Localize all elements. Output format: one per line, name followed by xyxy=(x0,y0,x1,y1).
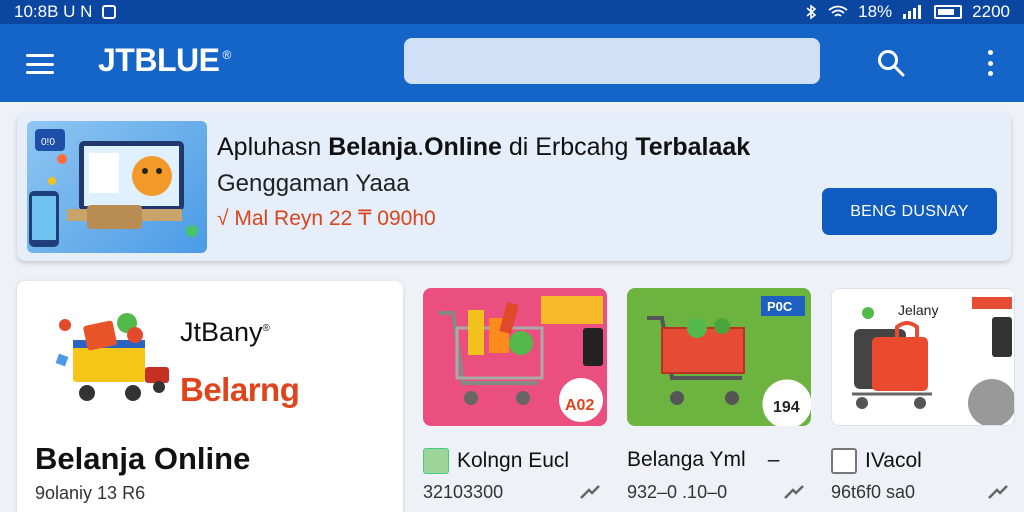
banner-title-bold: Terbalaak xyxy=(635,133,751,161)
featured-title: Belanja Online xyxy=(35,441,251,476)
product-badge-bottom: A02 xyxy=(565,397,594,414)
product-badge-top: P0C xyxy=(767,299,793,314)
product-card[interactable]: A02 Kolngn Eucl 32103300 xyxy=(423,288,607,512)
bluetooth-icon xyxy=(806,4,817,20)
product-label-text: Kolngn Eucl xyxy=(457,449,570,472)
product-badge-bottom: 194 xyxy=(773,399,800,416)
featured-card[interactable]: JtBany® Belarng Belanja Online 9olaniy 1… xyxy=(17,281,403,512)
status-clock: 2200 xyxy=(972,2,1010,21)
product-label-text: IVacol xyxy=(865,449,922,472)
search-icon[interactable] xyxy=(876,48,906,78)
banner-image: 0!0 xyxy=(27,121,207,253)
featured-brand-name: JtBany xyxy=(180,317,263,347)
shopping-cart-illustration xyxy=(55,313,169,401)
product-card-text: Jelany xyxy=(898,302,938,318)
product-price: 96t6f0 sa0 xyxy=(831,482,916,502)
featured-tagline: Belarng xyxy=(180,371,300,408)
status-time: 10:8B U N xyxy=(14,2,93,21)
product-card[interactable]: P0C 194 Belanga Yml – 932–0 .10–0 xyxy=(627,288,811,512)
product-label: Belanga Yml – xyxy=(627,448,779,472)
wifi-icon xyxy=(828,5,848,17)
hamburger-icon[interactable] xyxy=(26,54,54,74)
shopping-cart-icon: A02 xyxy=(438,296,603,422)
product-thumb-icon xyxy=(831,448,857,474)
product-label: IVacol xyxy=(831,448,922,474)
search-input[interactable] xyxy=(404,38,820,84)
banner-title-bold: Online xyxy=(424,133,502,161)
luggage-icon: Jelany xyxy=(852,297,1014,425)
product-label: Kolngn Eucl xyxy=(423,448,569,474)
more-vertical-icon[interactable] xyxy=(984,50,996,76)
product-price: 932–0 .10–0 xyxy=(627,482,728,502)
featured-brand-mark: ® xyxy=(262,323,270,334)
trend-up-icon xyxy=(988,485,1008,499)
product-price: 32103300 xyxy=(423,482,504,502)
banner-subtitle: Genggaman Yaaa xyxy=(217,170,410,197)
battery-icon xyxy=(934,5,963,19)
banner-title-bold: Belanja xyxy=(328,133,418,161)
brand-logo[interactable]: JTBLUE ® xyxy=(98,42,231,79)
battery-percent: 18% xyxy=(858,2,893,21)
product-thumb-icon xyxy=(423,448,449,474)
banner-promo-text: √ Mal Reyn 22 ₸ 090h0 xyxy=(217,207,436,230)
product-label-suffix: – xyxy=(767,448,780,471)
banner-title-part: di Erbcahg xyxy=(501,133,636,161)
product-card[interactable]: Jelany IVacol 96t6f0 sa0 xyxy=(831,288,1015,512)
notification-icon xyxy=(102,5,117,19)
brand-name: JTBLUE xyxy=(98,42,220,78)
shopping-cart-icon: P0C 194 xyxy=(647,296,811,426)
banner-title: Apluhasn Belanja.Online di Erbcahg Terba… xyxy=(217,133,750,162)
trend-up-icon xyxy=(784,485,804,499)
brand-mark: ® xyxy=(222,48,231,63)
banner-cta-button[interactable]: BENG DUSNAY xyxy=(822,188,997,235)
laptop-shopping-illustration: 0!0 xyxy=(29,129,198,247)
status-bar: 10:8B U N 18% 2200 xyxy=(0,0,1024,24)
featured-subtitle: 9olaniy 13 R6 xyxy=(35,483,146,503)
banner-img-badge: 0!0 xyxy=(41,137,55,148)
banner-title-part: Apluhasn xyxy=(217,133,329,161)
product-label-text: Belanga Yml xyxy=(627,448,746,471)
app-bar: JTBLUE ® xyxy=(0,24,1024,102)
product-image: A02 xyxy=(423,288,607,426)
featured-brand: JtBany® xyxy=(180,317,270,348)
trend-up-icon xyxy=(580,485,600,499)
signal-icon xyxy=(903,5,922,19)
product-image: Jelany xyxy=(831,288,1015,426)
product-image: P0C 194 xyxy=(627,288,811,426)
hero-banner[interactable]: 0!0 Apluhasn Belanja.Online di Erbcahg T… xyxy=(17,113,1011,261)
